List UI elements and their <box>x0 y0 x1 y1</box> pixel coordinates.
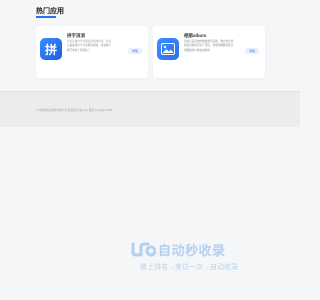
details-button[interactable]: 详情 <box>128 48 142 54</box>
mountain-image-icon <box>161 43 175 55</box>
app-card-description: 当前打造高效的数据整合系统，确立交付流程和高效性目标广泛性，智能化图像管理计划数… <box>184 40 234 52</box>
section-title: 热门应用 <box>36 8 64 15</box>
app-card-title[interactable]: 拼字消消 <box>67 33 85 39</box>
watermark-subtitle: 做上排名→来访一次→自动收录 <box>140 264 238 271</box>
footer-copyright: 广州星荣信息技术有限公司 版权所有 备xxxxx 版权 Copyright 20… <box>36 109 113 112</box>
details-button[interactable]: 详情 <box>245 48 259 54</box>
watermark: 自动秒收录 做上排名→来访一次→自动收录 <box>124 240 284 280</box>
section-title-underline <box>36 16 56 18</box>
app-card-album[interactable]: 相册album 当前打造高效的数据整合系统，确立交付流程和高效性目标广泛性，智能… <box>153 26 265 78</box>
watermark-title: 自动秒收录 <box>158 243 226 258</box>
pinyin-app-icon: 拼 <box>40 38 62 60</box>
link-logo <box>131 242 156 257</box>
footer: 广州星荣信息技术有限公司 版权所有 备xxxxx 版权 Copyright 20… <box>0 91 300 127</box>
app-card-pinyin[interactable]: 拼 拼字消消 可以让用户学习拼音记忆的方法，可让儿童和用户学习也能的游戏，在领域… <box>36 26 148 78</box>
photo-album-icon <box>157 38 179 60</box>
app-card-description: 可以让用户学习拼音记忆的方法，可让儿童和用户学习也能的游戏，在领域人群已经处于等… <box>67 40 112 52</box>
app-card-title[interactable]: 相册album <box>184 33 206 39</box>
